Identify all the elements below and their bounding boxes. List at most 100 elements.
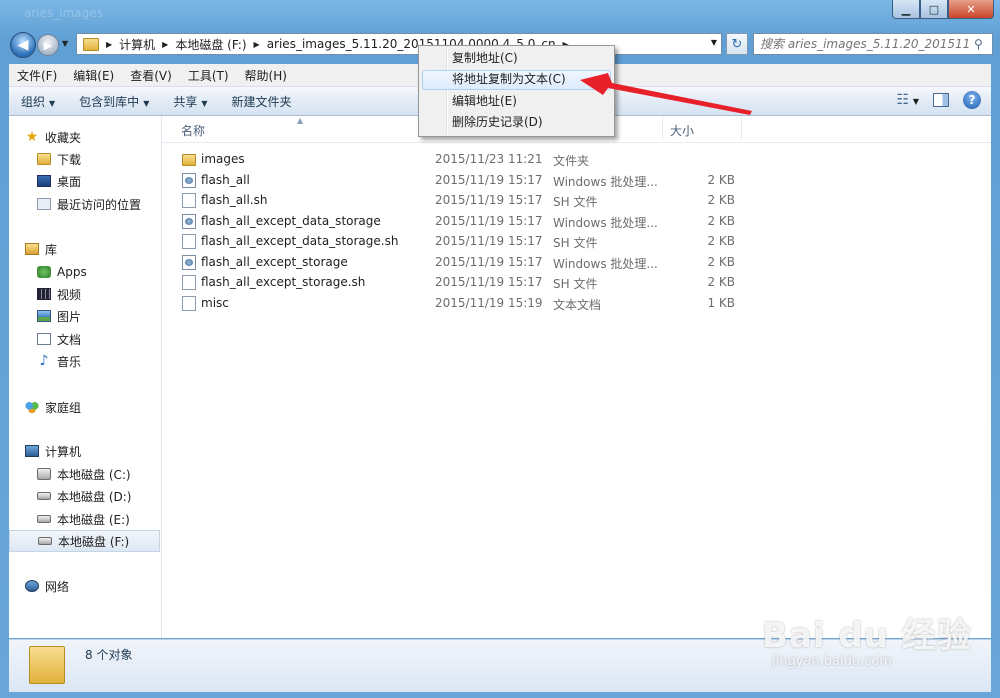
table-row[interactable]: misc 2015/11/19 15:19 文本文档 1 KB — [162, 294, 991, 314]
address-bar[interactable]: ▶ 计算机 ▶ 本地磁盘 (F:) ▶ aries_images_5.11.20… — [76, 33, 722, 55]
back-button[interactable]: ◀ — [10, 32, 36, 58]
menu-item-copy-address[interactable]: 复制地址(C) — [422, 49, 611, 69]
table-row[interactable]: flash_all_except_storage 2015/11/19 15:17… — [162, 253, 991, 273]
breadcrumb-separator-icon[interactable]: ▶ — [159, 40, 171, 49]
file-type: Windows 批处理... — [553, 174, 658, 189]
menu-item-copy-address-as-text[interactable]: 将地址复制为文本(C) — [422, 70, 611, 90]
file-name: flash_all_except_storage — [201, 254, 348, 269]
breadcrumb-computer[interactable]: 计算机 — [115, 36, 159, 53]
column-divider[interactable] — [741, 116, 742, 140]
search-box[interactable]: ⚲ — [753, 33, 993, 55]
sidebar-item-network[interactable]: 网络 — [25, 575, 160, 597]
new-folder-button[interactable]: 新建文件夹 — [220, 93, 304, 110]
search-input[interactable] — [754, 36, 972, 52]
file-icon — [182, 275, 196, 290]
table-row[interactable]: images 2015/11/23 11:21 文件夹 — [162, 150, 991, 170]
sidebar-item-pictures[interactable]: 图片 — [37, 305, 160, 327]
sidebar-item-label: 网络 — [45, 579, 70, 594]
menu-tools[interactable]: 工具(T) — [180, 67, 237, 84]
sidebar-item-desktop[interactable]: 桌面 — [37, 170, 160, 192]
sidebar-item-favorites[interactable]: ★ 收藏夹 — [25, 126, 160, 148]
file-name: images — [201, 152, 245, 166]
maximize-button[interactable]: □ — [920, 0, 948, 19]
watermark-url: jingyan.baidu.com — [772, 654, 892, 669]
breadcrumb-drive-f[interactable]: 本地磁盘 (F:) — [171, 36, 250, 53]
sidebar-item-videos[interactable]: 视频 — [37, 283, 160, 305]
sidebar-item-drive-f[interactable]: 本地磁盘 (F:) — [9, 530, 160, 552]
apps-icon — [37, 266, 51, 278]
file-name: flash_all.sh — [201, 193, 268, 207]
include-library-button[interactable]: 包含到库中 ▼ — [67, 93, 161, 110]
file-type: SH 文件 — [553, 277, 598, 291]
file-type: SH 文件 — [553, 236, 598, 250]
table-row[interactable]: flash_all_except_data_storage 2015/11/19 … — [162, 212, 991, 232]
video-icon — [37, 288, 51, 300]
table-row[interactable]: flash_all 2015/11/19 15:17 Windows 批处理... 2… — [162, 171, 991, 191]
search-icon[interactable]: ⚲ — [974, 37, 983, 51]
sidebar-item-apps[interactable]: Apps — [37, 261, 160, 283]
forward-button[interactable]: ▶ — [37, 34, 59, 56]
menu-edit[interactable]: 编辑(E) — [65, 67, 122, 84]
column-header-size[interactable]: 大小 — [670, 122, 694, 139]
sidebar-item-libraries[interactable]: 库 — [25, 238, 160, 260]
preview-pane-icon[interactable] — [933, 93, 949, 107]
table-row[interactable]: flash_all_except_data_storage.sh 2015/11/… — [162, 232, 991, 252]
sidebar-item-label: 本地磁盘 (F:) — [58, 534, 130, 549]
view-controls: ☷ ▼ ? — [896, 91, 981, 109]
menu-item-delete-history[interactable]: 删除历史记录(D) — [422, 113, 611, 133]
sidebar-item-drive-c[interactable]: 本地磁盘 (C:) — [37, 463, 160, 485]
picture-icon — [37, 310, 51, 322]
sidebar-item-drive-d[interactable]: 本地磁盘 (D:) — [37, 485, 160, 507]
sidebar-item-documents[interactable]: 文档 — [37, 328, 160, 350]
sidebar-item-label: 最近访问的位置 — [57, 197, 142, 212]
breadcrumb-separator-icon[interactable]: ▶ — [103, 40, 115, 49]
menu-item-edit-address[interactable]: 编辑地址(E) — [422, 92, 611, 112]
help-icon[interactable]: ? — [963, 91, 981, 109]
sidebar-item-label: 桌面 — [57, 174, 82, 189]
sidebar-item-downloads[interactable]: 下载 — [37, 148, 160, 170]
title-bar[interactable]: aries_images ▁ □ ✕ — [0, 0, 1000, 28]
explorer-window: aries_images ▁ □ ✕ ◀ ▶ ▼ ▶ 计算机 ▶ 本地磁盘 (F… — [0, 0, 1000, 698]
share-button[interactable]: 共享 ▼ — [161, 93, 219, 110]
menu-help[interactable]: 帮助(H) — [237, 67, 295, 84]
watermark-text: Bai du 经验 — [762, 616, 972, 656]
sidebar-item-drive-e[interactable]: 本地磁盘 (E:) — [37, 508, 160, 530]
include-library-label: 包含到库中 — [79, 94, 140, 109]
sidebar-item-label: Apps — [57, 265, 87, 279]
dropdown-arrow-icon: ▼ — [49, 98, 56, 108]
sidebar-item-homegroup[interactable]: 家庭组 — [25, 396, 160, 418]
file-icon — [182, 295, 196, 311]
address-dropdown-icon[interactable]: ▼ — [711, 38, 717, 47]
table-row[interactable]: flash_all.sh 2015/11/19 15:17 SH 文件 2 KB — [162, 191, 991, 211]
refresh-button[interactable]: ↻ — [726, 33, 748, 55]
menu-file[interactable]: 文件(F) — [9, 67, 65, 84]
sidebar-item-computer[interactable]: 计算机 — [25, 440, 160, 462]
homegroup-icon — [25, 401, 39, 413]
address-context-menu: 复制地址(C) 将地址复制为文本(C) 编辑地址(E) 删除历史记录(D) — [418, 45, 615, 137]
history-dropdown-icon[interactable]: ▼ — [62, 39, 68, 48]
column-header-name[interactable]: 名称 — [181, 122, 205, 139]
organize-button[interactable]: 组织 ▼ — [9, 93, 67, 110]
column-divider[interactable] — [662, 116, 663, 140]
menu-view[interactable]: 查看(V) — [122, 67, 180, 84]
window-controls: ▁ □ ✕ — [892, 0, 994, 19]
sidebar-item-label: 本地磁盘 (D:) — [57, 489, 132, 504]
file-name: flash_all — [201, 172, 250, 187]
file-date: 2015/11/19 15:17 — [435, 172, 543, 187]
change-view-button[interactable]: ☷ ▼ — [896, 92, 919, 108]
baidu-watermark: Bai du 经验 jingyan.baidu.com — [762, 590, 987, 680]
minimize-button[interactable]: ▁ — [892, 0, 920, 19]
sidebar-item-recent[interactable]: 最近访问的位置 — [37, 193, 160, 215]
close-button[interactable]: ✕ — [948, 0, 994, 19]
sidebar-item-music[interactable]: ♪ 音乐 — [37, 350, 160, 372]
star-icon: ★ — [25, 129, 39, 145]
file-icon — [182, 193, 196, 208]
drive-icon — [37, 492, 51, 500]
sidebar-item-label: 下载 — [57, 152, 82, 167]
network-icon — [25, 580, 39, 592]
breadcrumb-separator-icon[interactable]: ▶ — [251, 40, 263, 49]
sidebar-item-label: 音乐 — [57, 354, 82, 369]
sidebar-item-label: 家庭组 — [45, 400, 82, 415]
table-row[interactable]: flash_all_except_storage.sh 2015/11/19 15… — [162, 273, 991, 293]
sidebar-item-label: 收藏夹 — [45, 130, 82, 145]
